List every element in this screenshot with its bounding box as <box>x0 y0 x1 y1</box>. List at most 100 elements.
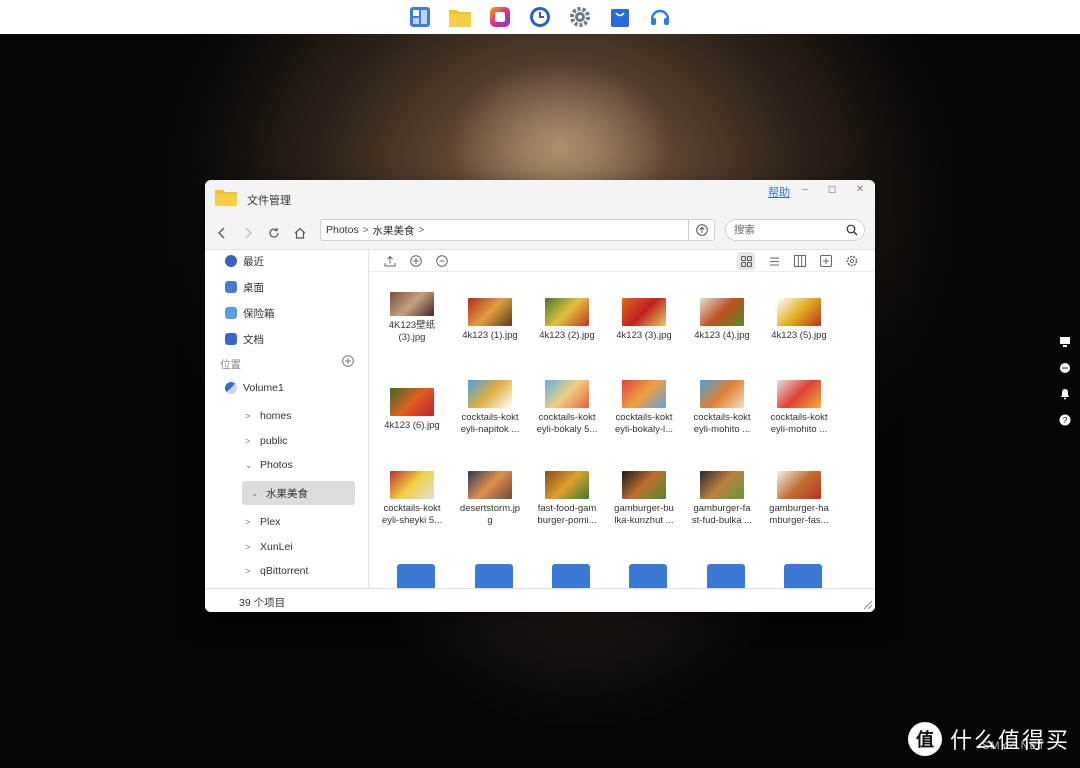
file-name: 4k123 (2).jpg <box>539 330 595 341</box>
image-thumbnail <box>468 298 512 326</box>
tree-item-plex[interactable]: > Plex <box>245 514 280 530</box>
image-thumbnail <box>700 380 744 408</box>
help-icon[interactable]: ? <box>1058 413 1072 427</box>
chat-icon[interactable] <box>1058 361 1072 375</box>
monitor-icon[interactable] <box>1058 335 1072 349</box>
window-title: 文件管理 <box>247 195 291 207</box>
new-folder-icon[interactable] <box>819 254 833 268</box>
sidebar-item-desktop[interactable]: 桌面 <box>225 278 264 296</box>
app-grid-icon[interactable] <box>408 5 432 29</box>
forward-icon[interactable] <box>241 226 255 240</box>
headset-icon[interactable] <box>648 5 672 29</box>
file-tile[interactable]: fast-food-gam burger-pomi... <box>532 457 602 527</box>
help-link[interactable]: 帮助 <box>768 184 790 200</box>
sidebar-item-vault[interactable]: 保险箱 <box>225 304 275 322</box>
tree-item-homes[interactable]: > homes <box>245 408 292 424</box>
document-icon[interactable] <box>629 564 667 588</box>
tree-item-public[interactable]: > public <box>245 433 287 449</box>
file-name: cocktails-kokt eyli-bokaly 5... <box>536 412 598 435</box>
document-icon[interactable] <box>397 564 435 588</box>
image-thumbnail <box>700 298 744 326</box>
tree-item-qbittorrent[interactable]: > qBittorrent <box>245 563 308 579</box>
tree-item-label: XunLei <box>260 541 293 553</box>
search-input[interactable]: 搜索 <box>725 219 865 241</box>
file-tile[interactable]: gamburger-ha mburger-fas... <box>764 457 834 527</box>
minimize-button[interactable]: – <box>798 183 812 197</box>
chevron-right-icon: > <box>245 436 251 446</box>
section-label-location: 位置 <box>220 359 241 371</box>
file-tile[interactable]: desertstorm.jp g <box>455 457 525 527</box>
file-name: gamburger-fa st-fud-bulka ... <box>691 503 753 526</box>
refresh-icon[interactable] <box>267 226 281 240</box>
file-name: gamburger-ha mburger-fas... <box>769 503 829 526</box>
sidebar: 最近 桌面 保险箱 文档 位置 Volume1 > homes > public ⌄… <box>205 250 369 588</box>
add-icon[interactable] <box>409 254 423 268</box>
sidebar-item-volume[interactable]: Volume1 <box>225 379 284 397</box>
back-icon[interactable] <box>215 226 229 240</box>
file-tile[interactable]: 4k123 (3).jpg <box>609 276 679 342</box>
side-tools: ? <box>1058 335 1072 427</box>
file-tile[interactable]: cocktails-kokt eyli-sheyki 5... <box>377 457 447 527</box>
file-tile[interactable]: cocktails-kokt eyli-mohito ... <box>687 366 757 436</box>
file-name: gamburger-bu lka-kunzhut ... <box>614 503 674 526</box>
list-view-icon[interactable] <box>767 254 781 268</box>
tree-item-label: qBittorrent <box>260 565 309 577</box>
file-manager-window: 文件管理 帮助 – ◻ ✕ Photos > 水果美食 > 搜索 最近 桌面 保… <box>205 180 875 612</box>
disk-icon <box>225 382 237 394</box>
file-tile[interactable]: gamburger-fa st-fud-bulka ... <box>687 457 757 527</box>
title-bar[interactable]: 文件管理 帮助 – ◻ ✕ <box>205 180 875 216</box>
more-icon[interactable] <box>435 254 449 268</box>
image-thumbnail <box>545 471 589 499</box>
file-name: 4k123 (6).jpg <box>384 420 440 431</box>
settings-icon[interactable] <box>845 254 859 268</box>
file-tile[interactable]: cocktails-kokt eyli-bokaly 5... <box>532 366 602 436</box>
tree-item-fruit-food[interactable]: ⌄ 水果美食 <box>251 485 308 501</box>
file-tile[interactable]: cocktails-kokt eyli-bokaly-l... <box>609 366 679 436</box>
file-name: desertstorm.jp g <box>459 503 521 526</box>
chevron-right-icon: > <box>362 224 369 236</box>
breadcrumb[interactable]: Photos > 水果美食 > <box>320 219 715 241</box>
folder-icon[interactable] <box>448 5 472 29</box>
breadcrumb-current[interactable]: 水果美食 <box>373 223 415 238</box>
document-icon <box>225 333 237 345</box>
document-icon[interactable] <box>707 564 745 588</box>
document-icon[interactable] <box>475 564 513 588</box>
store-icon[interactable] <box>608 5 632 29</box>
file-tile[interactable]: 4k123 (5).jpg <box>764 276 834 342</box>
file-tile[interactable]: 4k123 (2).jpg <box>532 276 602 342</box>
file-tile[interactable]: 4k123 (6).jpg <box>377 366 447 432</box>
image-thumbnail <box>390 292 434 316</box>
sidebar-item-documents[interactable]: 文档 <box>225 330 264 348</box>
chevron-right-icon: > <box>245 566 251 576</box>
bell-icon[interactable] <box>1058 387 1072 401</box>
clock-icon[interactable] <box>528 5 552 29</box>
photos-icon[interactable] <box>488 5 512 29</box>
document-icon[interactable] <box>784 564 822 588</box>
sidebar-item-recent[interactable]: 最近 <box>225 252 264 270</box>
grid-view-icon[interactable] <box>737 252 755 270</box>
resize-grip-icon[interactable] <box>863 600 873 610</box>
gear-icon[interactable] <box>568 5 592 29</box>
file-tile[interactable]: cocktails-kokt eyli-napitok ... <box>455 366 525 436</box>
upload-up-icon[interactable] <box>688 220 714 240</box>
file-tile[interactable]: cocktails-kokt eyli-mohito ... <box>764 366 834 436</box>
search-icon[interactable] <box>846 224 858 236</box>
file-tile[interactable]: gamburger-bu lka-kunzhut ... <box>609 457 679 527</box>
home-icon[interactable] <box>293 226 307 240</box>
file-tile[interactable]: 4k123 (1).jpg <box>455 276 525 342</box>
tree-item-xunlei[interactable]: > XunLei <box>245 539 293 555</box>
upload-icon[interactable] <box>383 254 397 268</box>
search-placeholder: 搜索 <box>734 224 755 236</box>
file-tile[interactable]: 4k123 (4).jpg <box>687 276 757 342</box>
breadcrumb-photos[interactable]: Photos <box>326 224 359 236</box>
document-icon[interactable] <box>552 564 590 588</box>
file-tile[interactable]: 4K123壁纸 (3).jpg <box>377 276 447 344</box>
column-view-icon[interactable] <box>793 254 807 268</box>
tree-item-photos[interactable]: ⌄ Photos <box>245 457 293 473</box>
close-button[interactable]: ✕ <box>853 183 867 197</box>
sidebar-item-label: 保险箱 <box>243 307 275 320</box>
tree-item-label: Plex <box>260 516 281 528</box>
maximize-button[interactable]: ◻ <box>825 183 839 197</box>
add-location-icon[interactable] <box>342 355 354 367</box>
image-thumbnail <box>545 298 589 326</box>
